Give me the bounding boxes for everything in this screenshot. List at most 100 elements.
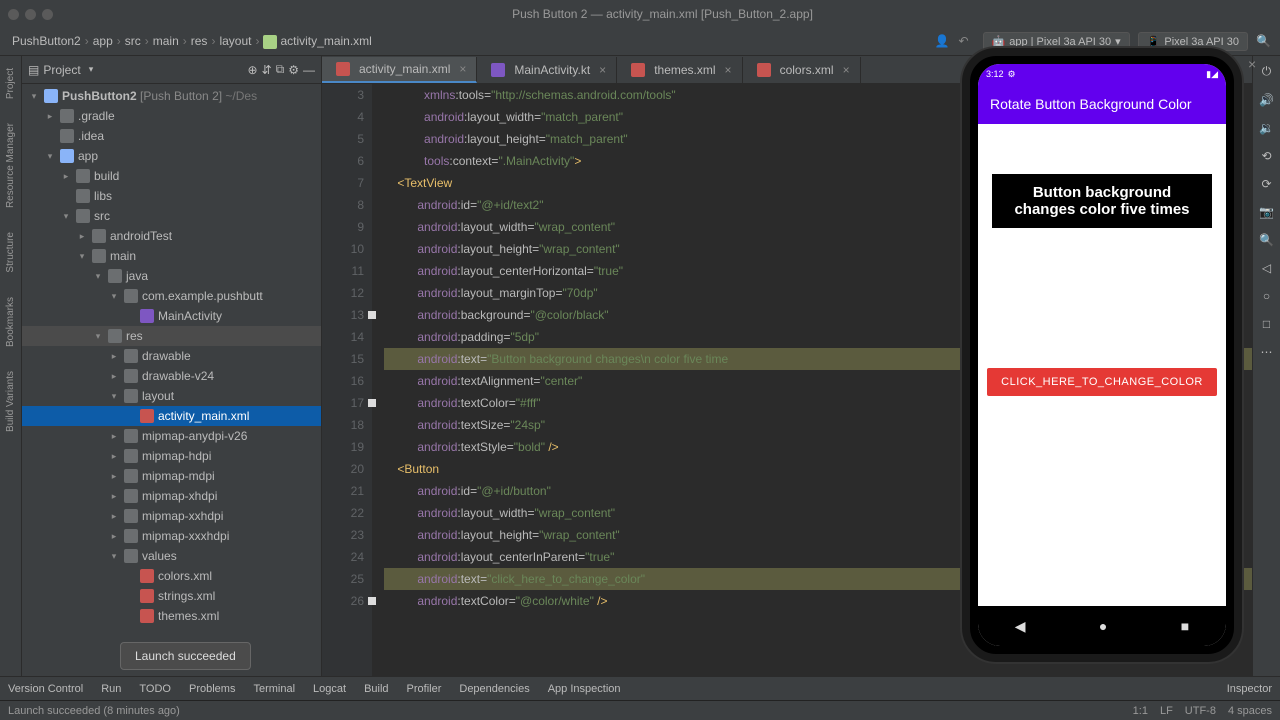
window-controls[interactable] (8, 9, 53, 20)
breadcrumb-item[interactable]: main (149, 32, 183, 50)
breadcrumb-item[interactable]: layout (215, 32, 255, 50)
tree-item[interactable]: ▾app (22, 146, 321, 166)
tree-item[interactable]: libs (22, 186, 321, 206)
gutter-line[interactable]: 26 (322, 590, 364, 612)
tree-item[interactable]: ▸drawable (22, 346, 321, 366)
close-icon[interactable]: × (725, 63, 732, 77)
gutter-line[interactable]: 14 (322, 326, 364, 348)
tree-item[interactable]: ▾main (22, 246, 321, 266)
tree-item[interactable]: ▾res (22, 326, 321, 346)
tree-item[interactable]: ▾java (22, 266, 321, 286)
power-icon[interactable]: ⏻ (1262, 64, 1272, 79)
tree-twisty-icon[interactable]: ▾ (76, 251, 88, 262)
bottom-tool-dependencies[interactable]: Dependencies (459, 683, 529, 695)
expand-icon[interactable]: ⇵ (262, 63, 272, 77)
tree-twisty-icon[interactable]: ▾ (108, 291, 120, 302)
close-icon[interactable]: × (459, 62, 466, 76)
editor-tab[interactable]: colors.xml× (743, 57, 861, 83)
overview-icon[interactable]: □ (1263, 317, 1270, 331)
maximize-window-icon[interactable] (42, 9, 53, 20)
tree-twisty-icon[interactable]: ▸ (108, 451, 120, 462)
gutter-line[interactable]: 18 (322, 414, 364, 436)
editor-tab[interactable]: activity_main.xml× (322, 57, 477, 83)
breadcrumb-item[interactable]: app (89, 32, 117, 50)
tree-twisty-icon[interactable]: ▸ (44, 111, 56, 122)
home-icon[interactable]: ○ (1263, 289, 1270, 303)
breadcrumb-item[interactable]: res (187, 32, 212, 50)
tool-resource-manager[interactable]: Resource Manager (5, 117, 16, 214)
tree-twisty-icon[interactable]: ▾ (44, 151, 56, 162)
tree-item[interactable]: ▸mipmap-xhdpi (22, 486, 321, 506)
tree-twisty-icon[interactable]: ▸ (108, 371, 120, 382)
gutter-line[interactable]: 16 (322, 370, 364, 392)
tree-twisty-icon[interactable]: ▾ (92, 271, 104, 282)
gear-icon[interactable]: ⚙ (288, 63, 299, 77)
search-icon[interactable]: 🔍 (1256, 34, 1272, 50)
collapse-icon[interactable]: ⧉ (276, 62, 285, 77)
breadcrumb-item[interactable]: activity_main.xml (259, 32, 375, 50)
tool-structure[interactable]: Structure (5, 226, 16, 279)
close-icon[interactable]: × (599, 63, 606, 77)
gutter-line[interactable]: 19 (322, 436, 364, 458)
tree-item[interactable]: MainActivity (22, 306, 321, 326)
back-arrow-icon[interactable]: ↶ (959, 34, 975, 50)
nav-overview-icon[interactable]: ■ (1181, 618, 1189, 634)
bottom-tool-version-control[interactable]: Version Control (8, 683, 83, 695)
gutter-line[interactable]: 6 (322, 150, 364, 172)
tree-item[interactable]: ▸androidTest (22, 226, 321, 246)
bottom-tool-profiler[interactable]: Profiler (407, 683, 442, 695)
bottom-tool-logcat[interactable]: Logcat (313, 683, 346, 695)
project-header[interactable]: ▤ Project ▾ ⊕ ⇵ ⧉ ⚙ — (22, 56, 321, 84)
bottom-tool-terminal[interactable]: Terminal (253, 683, 295, 695)
rotate-left-icon[interactable]: ⟲ (1261, 149, 1271, 163)
nav-back-icon[interactable]: ◀ (1015, 618, 1026, 635)
tree-item[interactable]: ▾com.example.pushbutt (22, 286, 321, 306)
tree-twisty-icon[interactable]: ▾ (92, 331, 104, 342)
gutter-line[interactable]: 8 (322, 194, 364, 216)
hide-icon[interactable]: — (303, 63, 315, 77)
camera-icon[interactable]: 📷 (1259, 205, 1274, 219)
gutter-line[interactable]: 23 (322, 524, 364, 546)
bottom-tool-inspector[interactable]: Inspector (1227, 683, 1272, 695)
tree-item[interactable]: ▸drawable-v24 (22, 366, 321, 386)
back-icon[interactable]: ◁ (1262, 261, 1271, 275)
user-icon[interactable]: 👤 (935, 34, 951, 50)
minimize-window-icon[interactable] (25, 9, 36, 20)
gutter-line[interactable]: 9 (322, 216, 364, 238)
zoom-icon[interactable]: 🔍 (1259, 233, 1274, 247)
tree-twisty-icon[interactable]: ▾ (60, 211, 72, 222)
rotate-right-icon[interactable]: ⟳ (1261, 177, 1271, 191)
indent[interactable]: 4 spaces (1228, 705, 1272, 717)
tree-twisty-icon[interactable]: ▾ (108, 391, 120, 402)
gutter[interactable]: 3456789101112131415161718192021222324252… (322, 84, 372, 676)
gutter-line[interactable]: 7 (322, 172, 364, 194)
volume-down-icon[interactable]: 🔉 (1259, 121, 1274, 135)
tree-twisty-icon[interactable]: ▸ (108, 531, 120, 542)
tree-twisty-icon[interactable]: ▸ (76, 231, 88, 242)
gutter-line[interactable]: 25 (322, 568, 364, 590)
tree-item[interactable]: ▸mipmap-mdpi (22, 466, 321, 486)
tool-build-variants[interactable]: Build Variants (5, 365, 16, 438)
gutter-line[interactable]: 20 (322, 458, 364, 480)
gutter-line[interactable]: 10 (322, 238, 364, 260)
bottom-tool-run[interactable]: Run (101, 683, 121, 695)
tool-bookmarks[interactable]: Bookmarks (5, 291, 16, 353)
gutter-line[interactable]: 17 (322, 392, 364, 414)
target-icon[interactable]: ⊕ (248, 63, 258, 77)
gutter-line[interactable]: 24 (322, 546, 364, 568)
tree-item[interactable]: strings.xml (22, 586, 321, 606)
tree-twisty-icon[interactable]: ▸ (108, 471, 120, 482)
breadcrumb-item[interactable]: src (121, 32, 145, 50)
tree-item[interactable]: ▾src (22, 206, 321, 226)
close-window-icon[interactable] (8, 9, 19, 20)
tree-item[interactable]: activity_main.xml (22, 406, 321, 426)
gutter-line[interactable]: 21 (322, 480, 364, 502)
gutter-line[interactable]: 13 (322, 304, 364, 326)
tree-item[interactable]: ▸mipmap-hdpi (22, 446, 321, 466)
tree-twisty-icon[interactable]: ▸ (60, 171, 72, 182)
tree-item[interactable]: ▸mipmap-xxhdpi (22, 506, 321, 526)
gutter-line[interactable]: 11 (322, 260, 364, 282)
more-icon[interactable]: ⋯ (1261, 345, 1273, 359)
chevron-down-icon[interactable]: ▾ (89, 64, 94, 75)
tool-project[interactable]: Project (5, 62, 16, 105)
